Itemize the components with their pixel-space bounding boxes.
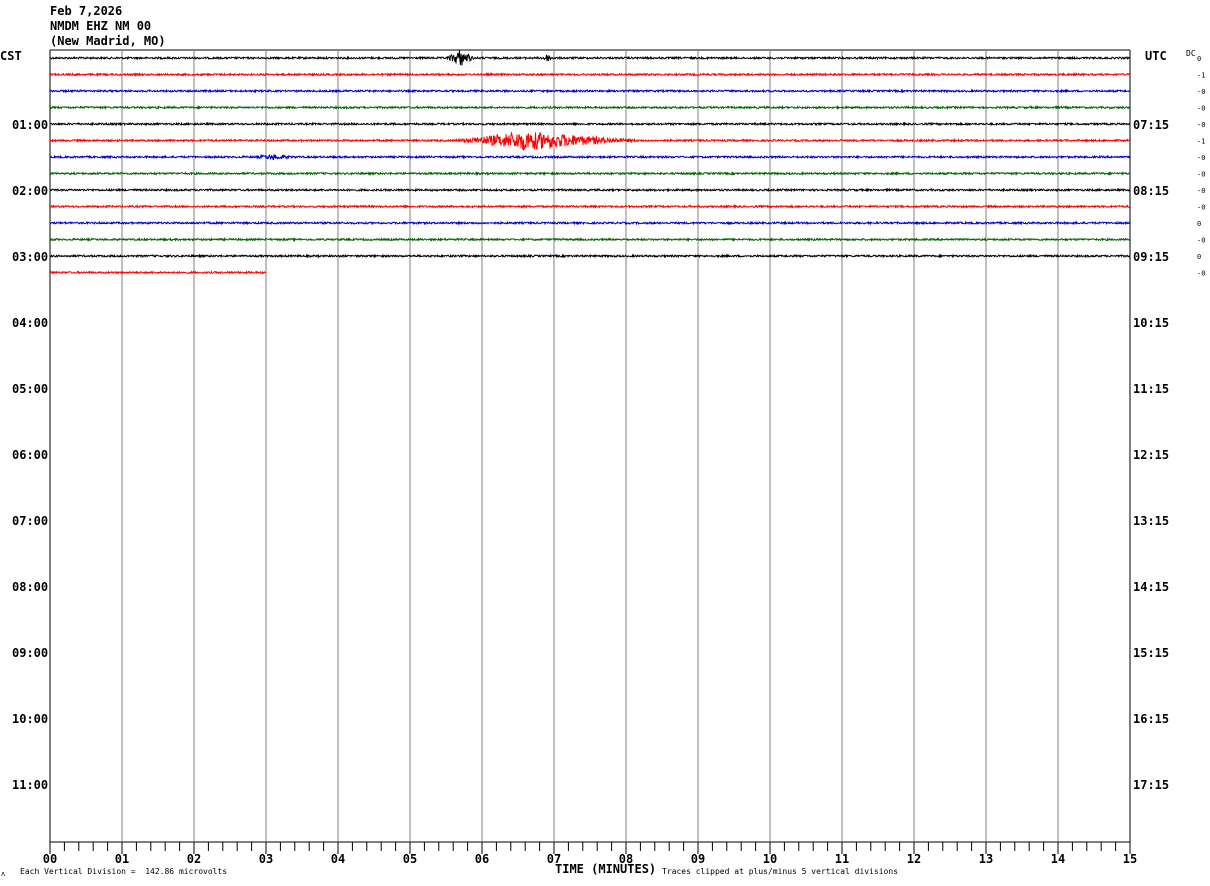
scale-note: Each Vertical Division = 142.86 microvol… [20,867,228,876]
utc-hour-label: 16:15 [1133,712,1169,726]
x-tick-label: 01 [115,852,129,866]
dc-offset-label: -1 [1197,72,1205,80]
cst-hour-label: 11:00 [12,778,48,792]
x-tick-label: 14 [1051,852,1065,866]
trace-row-5 [49,131,1131,152]
utc-hour-label: 09:15 [1133,250,1169,264]
trace-row-4 [49,121,1131,127]
utc-hour-label: 07:15 [1133,118,1169,132]
cst-hour-label: 01:00 [12,118,48,132]
cst-hour-label: 10:00 [12,712,48,726]
utc-hour-label: 17:15 [1133,778,1169,792]
dc-offset-label: -0 [1197,154,1205,162]
dc-offset-label: -0 [1197,187,1205,195]
x-tick-label: 15 [1123,852,1137,866]
cst-hour-label: 05:00 [12,382,48,396]
x-tick-label: 12 [907,852,921,866]
dc-offset-label: -0 [1197,237,1205,245]
clip-note: Traces clipped at plus/minus 5 vertical … [662,867,899,876]
x-tick-label: 05 [403,852,417,866]
dc-offset-label: -0 [1197,105,1205,113]
trace-row-2 [49,88,1131,94]
x-tick-label: 02 [187,852,201,866]
dc-offset-label: -0 [1197,270,1205,278]
utc-hour-label: 14:15 [1133,580,1169,594]
cst-hour-label: 04:00 [12,316,48,330]
x-tick-label: 06 [475,852,489,866]
trace-row-8 [49,187,1131,193]
trace-layer [49,50,1131,275]
x-tick-label: 00 [43,852,57,866]
trace-row-7 [49,170,1130,177]
trace-row-13 [49,269,267,275]
trace-row-9 [49,203,1131,210]
utc-hour-label: 15:15 [1133,646,1169,660]
dc-offset-label: 0 [1197,55,1201,63]
cst-hour-label: 03:00 [12,250,48,264]
trace-row-3 [49,104,1131,111]
dc-offset-label: -0 [1197,171,1205,179]
utc-hour-label: 11:15 [1133,382,1169,396]
x-axis-title: TIME (MINUTES) [555,862,657,876]
footer-mark: ʌ [1,870,6,878]
x-tick-label: 04 [331,852,345,866]
dc-offset-label: -0 [1197,88,1205,96]
grid-layer [49,49,1131,854]
cst-hour-label: 07:00 [12,514,48,528]
dc-offset-label: 0 [1197,253,1201,261]
x-tick-label: 13 [979,852,993,866]
trace-row-11 [49,236,1131,243]
dc-offset-label: -0 [1197,204,1205,212]
dc-offset-label: -0 [1197,121,1205,129]
cst-hour-label: 02:00 [12,184,48,198]
dc-offset-label: -1 [1197,138,1205,146]
utc-hour-label: 12:15 [1133,448,1169,462]
trace-row-1 [49,71,1131,78]
helicorder-plot: 00 01 02 03 04 05 06 07 08 09 10 11 12 13 14 1501:0002:… [12,49,1205,866]
trace-row-12 [49,253,1131,259]
dc-offset-label: 0 [1197,220,1201,228]
utc-hour-label: 13:15 [1133,514,1169,528]
label-layer: 00 01 02 03 04 05 06 07 08 09 10 11 12 13 14 1501:0002:… [12,55,1205,866]
x-tick-label: 10 [763,852,777,866]
trace-row-0 [49,50,1131,66]
cst-hour-label: 06:00 [12,448,48,462]
x-tick-label: 09 [691,852,705,866]
x-tick-label: 11 [835,852,849,866]
x-tick-label: 03 [259,852,273,866]
trace-row-6 [49,153,1131,161]
utc-hour-label: 08:15 [1133,184,1169,198]
trace-row-10 [49,220,1131,226]
cst-hour-label: 09:00 [12,646,48,660]
utc-hour-label: 10:15 [1133,316,1169,330]
cst-hour-label: 08:00 [12,580,48,594]
